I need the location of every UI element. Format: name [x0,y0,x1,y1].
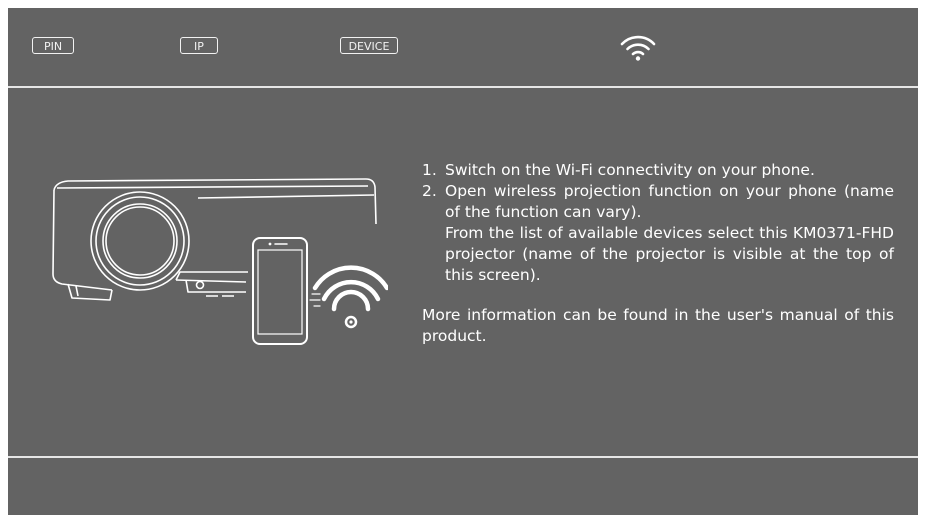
wifi-icon [620,35,656,61]
wifi-signal-icon [309,265,388,329]
instructions-text: 1. Switch on the Wi-Fi connectivity on y… [422,160,894,347]
instruction-step: 1. Switch on the Wi-Fi connectivity on y… [422,160,894,181]
step-text: From the list of available devices selec… [445,224,894,284]
status-bar: PIN IP DEVICE [8,8,918,86]
instruction-step: 2. Open wireless projection function on … [422,181,894,286]
projector-icon [52,178,377,301]
ip-badge: IP [180,37,218,54]
setup-illustration [52,178,388,345]
step-number: 2. [422,182,437,200]
projector-setup-screen: PIN IP DEVICE 1. Switch on the Wi-Fi con… [8,8,918,515]
step-text-block: Open wireless projection function on you… [445,181,894,286]
pin-badge: PIN [32,37,74,54]
device-badge: DEVICE [340,37,398,54]
smartphone-icon [252,237,308,345]
bottom-divider [8,456,918,458]
step-text: Open wireless projection function on you… [445,182,894,221]
more-info-text: More information can be found in the use… [422,306,894,345]
step-text: Switch on the Wi-Fi connectivity on your… [445,161,815,179]
step-number: 1. [422,161,437,179]
top-divider [8,86,918,88]
